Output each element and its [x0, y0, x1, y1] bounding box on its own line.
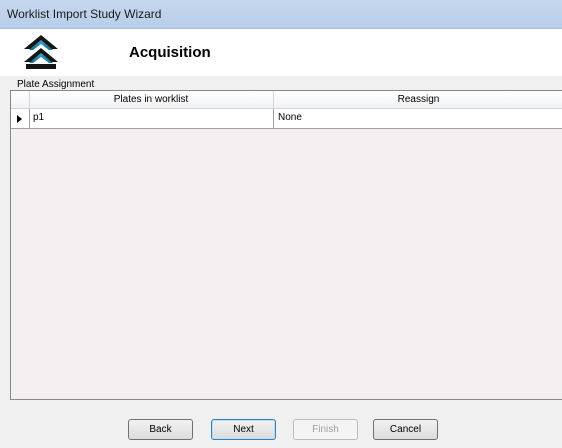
row-pointer-icon [17, 115, 22, 123]
column-header-reassign[interactable]: Reassign [274, 91, 562, 108]
plate-assignment-grid[interactable]: Plates in worklist Reassign p1 None [10, 90, 562, 400]
table-row[interactable]: p1 None [11, 109, 562, 129]
title-bar: Worklist Import Study Wizard [0, 0, 562, 29]
cell-plate[interactable]: p1 [30, 109, 274, 128]
wizard-window: Worklist Import Study Wizard Acquisition [0, 0, 562, 448]
grid-corner-cell[interactable] [11, 91, 30, 108]
column-header-plates[interactable]: Plates in worklist [29, 91, 274, 108]
page-heading: Acquisition [129, 44, 211, 61]
row-header-cell[interactable] [11, 109, 30, 128]
cancel-button[interactable]: Cancel [373, 419, 438, 440]
button-bar: Back Next Finish Cancel [0, 405, 562, 448]
wizard-header: Acquisition [0, 29, 562, 76]
next-button[interactable]: Next [211, 419, 276, 440]
cell-reassign-dropdown[interactable]: None [275, 109, 562, 128]
window-title: Worklist Import Study Wizard [7, 7, 162, 21]
plate-assignment-group: Plates in worklist Reassign p1 None Plat… [10, 79, 562, 400]
finish-button[interactable]: Finish [293, 419, 358, 440]
grid-header-row: Plates in worklist Reassign [11, 91, 562, 109]
group-label: Plate Assignment [16, 79, 96, 90]
back-button[interactable]: Back [128, 419, 193, 440]
double-chevron-up-logo-icon [22, 33, 60, 71]
